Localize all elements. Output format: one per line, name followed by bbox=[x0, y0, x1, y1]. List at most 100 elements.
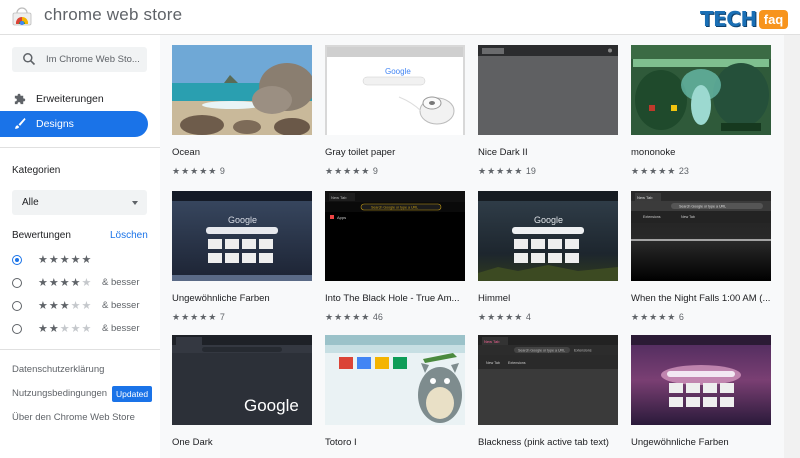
radio-button[interactable] bbox=[12, 278, 22, 288]
clear-ratings-link[interactable]: Löschen bbox=[110, 230, 148, 241]
rating-suffix: & besser bbox=[102, 277, 140, 288]
unusual-colors-thumbnail: Google bbox=[172, 191, 312, 281]
theme-title[interactable]: Blackness (pink active tab text) bbox=[478, 437, 620, 448]
rating-stars: ★★★★★ bbox=[478, 166, 524, 176]
google-logo-text: Google bbox=[228, 215, 257, 225]
rating-suffix: & besser bbox=[102, 323, 140, 334]
theme-rating: ★★★★★ 19 bbox=[478, 166, 536, 177]
theme-title[interactable]: When the Night Falls 1:00 AM (... bbox=[631, 293, 773, 304]
theme-title[interactable]: Gray toilet paper bbox=[325, 147, 467, 158]
nav-item-extensions[interactable]: Erweiterungen bbox=[0, 86, 148, 112]
extensions-label: Extensions bbox=[643, 215, 661, 219]
rating-stars: ★★★★★ bbox=[38, 300, 93, 312]
category-select[interactable]: Alle bbox=[12, 190, 147, 215]
nav-label-designs: Designs bbox=[36, 118, 74, 130]
rating-filter-2[interactable]: ★★★★★ & besser bbox=[12, 322, 152, 338]
theme-rating: ★★★★★ 9 bbox=[172, 166, 225, 177]
dropdown-caret-icon bbox=[132, 201, 138, 205]
rating-filter-3[interactable]: ★★★★★ & besser bbox=[12, 299, 152, 315]
radio-button[interactable] bbox=[12, 324, 22, 334]
ocean-thumbnail bbox=[172, 45, 312, 135]
theme-title[interactable]: Ocean bbox=[172, 147, 314, 158]
theme-rating: ★★★★★ 4 bbox=[478, 312, 531, 323]
mononoke-thumbnail bbox=[631, 45, 771, 135]
app-title[interactable]: chrome web store bbox=[44, 5, 182, 25]
rating-filter-5[interactable]: ★★★★★ bbox=[12, 253, 152, 269]
rating-count: 9 bbox=[372, 166, 378, 176]
ratings-title: Bewertungen bbox=[12, 230, 71, 241]
rating-stars: ★★★★★ bbox=[631, 166, 677, 176]
watermark-tech: TECH bbox=[700, 7, 757, 31]
totoro-thumbnail bbox=[325, 335, 465, 425]
black-hole-thumbnail: New Tab Search Google or type a URL Apps bbox=[325, 191, 465, 281]
category-selected-value: Alle bbox=[22, 197, 39, 208]
theme-rating: ★★★★★ 9 bbox=[325, 166, 378, 177]
google-logo-text: Google bbox=[385, 67, 411, 76]
extensions-label: Extensions bbox=[508, 361, 526, 365]
gray-toilet-paper-thumbnail: Google bbox=[325, 45, 465, 135]
blackness-thumbnail: New Tab Search Google or type a URL Exte… bbox=[478, 335, 618, 425]
google-logo-text: Google bbox=[534, 215, 563, 225]
extensions-label: Extensions bbox=[574, 349, 592, 353]
rating-count: 19 bbox=[525, 166, 536, 176]
rating-count: 46 bbox=[372, 312, 383, 322]
rating-stars: ★★★★★ bbox=[38, 323, 93, 335]
divider bbox=[0, 147, 160, 148]
theme-title[interactable]: One Dark bbox=[172, 437, 314, 448]
about-link[interactable]: Über den Chrome Web Store bbox=[12, 412, 135, 423]
header-bar: chrome web store TECH faq bbox=[0, 0, 800, 35]
radio-button[interactable] bbox=[12, 301, 22, 311]
sidebar: Im Chrome Web Sto... Erweiterungen Desig… bbox=[0, 35, 160, 458]
search-hint-text: Search Google or type a URL bbox=[518, 349, 565, 353]
new-tab-label: New Tab bbox=[681, 215, 695, 219]
rating-stars: ★★★★★ bbox=[172, 312, 218, 322]
privacy-link[interactable]: Datenschutzerklärung bbox=[12, 364, 104, 375]
scrollbar[interactable] bbox=[784, 35, 800, 458]
techfaq-watermark: TECH faq bbox=[700, 6, 789, 32]
theme-title[interactable]: Ungewöhnliche Farben bbox=[172, 293, 314, 304]
theme-title[interactable]: Into The Black Hole - True Am... bbox=[325, 293, 467, 304]
rating-count: 4 bbox=[525, 312, 531, 322]
terms-link[interactable]: Nutzungsbedingungen bbox=[12, 388, 107, 399]
nav-item-designs[interactable]: Designs bbox=[0, 111, 148, 137]
new-tab-label: New Tab bbox=[331, 195, 347, 200]
google-logo-text: Google bbox=[244, 396, 299, 415]
apps-label: Apps bbox=[337, 215, 346, 220]
night-falls-thumbnail: New Tab Search Google or type a URL Exte… bbox=[631, 191, 771, 281]
rating-count: 23 bbox=[678, 166, 689, 176]
theme-title[interactable]: Totoro I bbox=[325, 437, 467, 448]
theme-title[interactable]: Ungewöhnliche Farben bbox=[631, 437, 773, 448]
nav-label-extensions: Erweiterungen bbox=[36, 93, 104, 105]
search-input[interactable]: Im Chrome Web Sto... bbox=[12, 47, 147, 72]
one-dark-thumbnail: Google bbox=[172, 335, 312, 425]
theme-rating: ★★★★★ 7 bbox=[172, 312, 225, 323]
categories-title: Kategorien bbox=[12, 165, 61, 176]
rating-stars: ★★★★★ bbox=[631, 312, 677, 322]
theme-rating: ★★★★★ 46 bbox=[325, 312, 383, 323]
rating-stars: ★★★★★ bbox=[325, 166, 371, 176]
search-placeholder: Im Chrome Web Sto... bbox=[46, 54, 140, 65]
theme-rating: ★★★★★ 6 bbox=[631, 312, 684, 323]
rating-filter-4[interactable]: ★★★★★ & besser bbox=[12, 276, 152, 292]
rating-count: 9 bbox=[219, 166, 225, 176]
theme-rating: ★★★★★ 23 bbox=[631, 166, 689, 177]
rating-count: 6 bbox=[678, 312, 684, 322]
new-tab-label: New Tab bbox=[637, 195, 653, 200]
rating-count: 7 bbox=[219, 312, 225, 322]
chrome-web-store-logo[interactable] bbox=[12, 6, 32, 26]
rating-stars: ★★★★★ bbox=[172, 166, 218, 176]
updated-badge: Updated bbox=[112, 386, 153, 402]
rating-stars: ★★★★★ bbox=[478, 312, 524, 322]
sky-thumbnail: Google bbox=[478, 191, 618, 281]
theme-title[interactable]: mononoke bbox=[631, 147, 773, 158]
theme-title[interactable]: Himmel bbox=[478, 293, 620, 304]
new-tab-label: New Tab bbox=[486, 361, 500, 365]
rating-suffix: & besser bbox=[102, 300, 140, 311]
theme-title[interactable]: Nice Dark II bbox=[478, 147, 620, 158]
radio-button[interactable] bbox=[12, 255, 22, 265]
search-icon bbox=[23, 53, 36, 66]
rating-stars: ★★★★★ bbox=[325, 312, 371, 322]
brush-icon bbox=[15, 117, 26, 129]
search-hint-text: Search Google or type a URL bbox=[679, 205, 726, 209]
puzzle-icon bbox=[14, 93, 26, 105]
